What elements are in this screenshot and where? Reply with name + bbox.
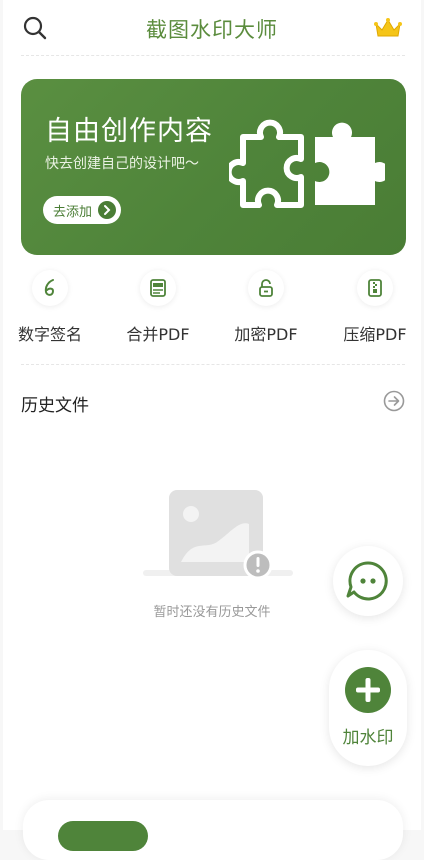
tool-digital-signature[interactable]: 数字签名 — [5, 270, 95, 350]
chat-button[interactable] — [333, 546, 403, 616]
chat-face-icon — [346, 561, 388, 601]
tool-merge-pdf[interactable]: 合并PDF — [113, 270, 203, 350]
bottom-card — [23, 800, 403, 860]
empty-image-icon — [143, 490, 293, 580]
banner-add-button[interactable]: 去添加 — [43, 196, 121, 224]
tool-encrypt-pdf[interactable]: 加密PDF — [221, 270, 311, 350]
app-title: 截图水印大师 — [146, 18, 278, 42]
tool-label: 压缩PDF — [343, 325, 407, 344]
add-watermark-label: 加水印 — [342, 728, 394, 748]
banner-title: 自由创作内容 — [45, 116, 213, 147]
bottom-action-pill[interactable] — [58, 821, 148, 851]
promo-banner[interactable]: 自由创作内容 快去创建自己的设计吧～ 去添加 — [21, 79, 406, 255]
header-divider — [21, 55, 405, 56]
plus-circle — [345, 667, 391, 713]
zip-icon — [368, 279, 382, 297]
crown-icon — [374, 18, 402, 37]
puzzle-icon — [229, 119, 385, 208]
tool-icon-wrap — [32, 270, 68, 306]
history-section-title: 历史文件 — [21, 396, 89, 416]
tool-label: 加密PDF — [234, 325, 298, 344]
tool-icon-wrap — [140, 270, 176, 306]
tool-label: 数字签名 — [17, 325, 82, 344]
arrow-right-circle-icon — [98, 201, 116, 219]
banner-add-label: 去添加 — [53, 205, 93, 220]
add-watermark-button[interactable]: 加水印 — [329, 650, 407, 766]
section-divider — [21, 364, 405, 365]
tool-icon-wrap — [248, 270, 284, 306]
app-screen: 截图水印大师 自由创作内容 快去创建自己的设计吧～ 去添加 数字签名 合并PDF… — [3, 0, 421, 860]
tool-icon-wrap — [357, 270, 393, 306]
pdf-merge-icon — [150, 279, 166, 297]
lock-icon — [259, 279, 273, 297]
banner-subtitle: 快去创建自己的设计吧～ — [45, 156, 199, 172]
signature-icon — [44, 279, 55, 296]
tool-compress-pdf[interactable]: 压缩PDF — [330, 270, 420, 350]
top-bar: 截图水印大师 — [3, 0, 421, 56]
arrow-right-circle-icon[interactable] — [383, 390, 405, 412]
plus-icon — [356, 678, 380, 702]
tool-label: 合并PDF — [126, 325, 190, 344]
vip-button[interactable] — [373, 16, 403, 40]
